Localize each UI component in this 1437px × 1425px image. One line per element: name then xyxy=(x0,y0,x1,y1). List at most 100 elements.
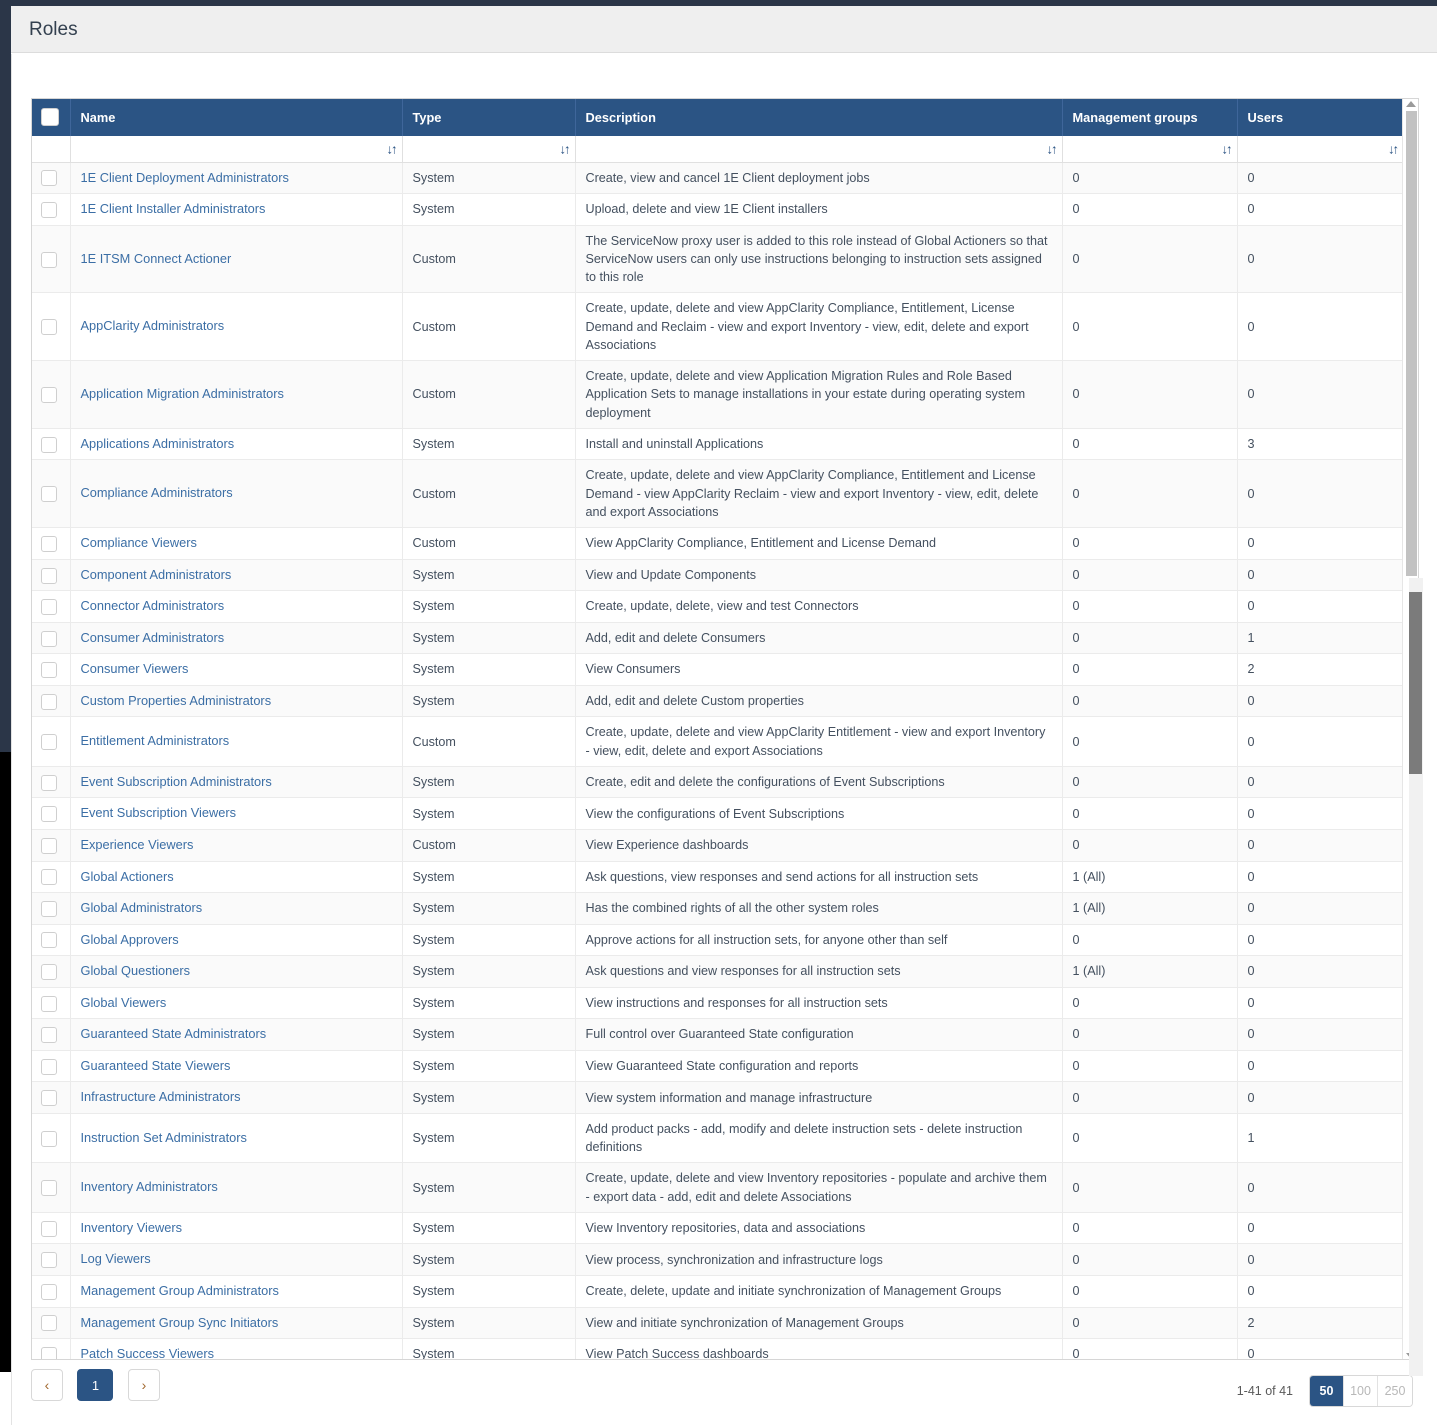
sort-icon-type[interactable]: ↓↑ xyxy=(560,142,571,155)
table-row[interactable]: Consumer Administrators System Add, edit a… xyxy=(32,622,1403,655)
row-checkbox[interactable] xyxy=(41,1315,57,1332)
row-checkbox[interactable] xyxy=(41,806,57,823)
role-name-link[interactable]: Consumer Administrators xyxy=(81,630,225,645)
role-name-link[interactable]: Event Subscription Viewers xyxy=(81,805,237,820)
role-name-link[interactable]: Patch Success Viewers xyxy=(81,1346,214,1359)
row-checkbox[interactable] xyxy=(41,170,57,187)
sort-icon-management-groups[interactable]: ↓↑ xyxy=(1222,142,1233,155)
role-name-link[interactable]: Global Actioners xyxy=(81,869,174,884)
filter-cell-type[interactable]: ↓↑ xyxy=(402,136,576,163)
sort-icon-users[interactable]: ↓↑ xyxy=(1388,142,1399,155)
row-checkbox[interactable] xyxy=(41,1283,57,1300)
column-header-description[interactable]: Description xyxy=(575,99,1063,136)
row-checkbox[interactable] xyxy=(41,1058,57,1075)
row-checkbox[interactable] xyxy=(41,486,57,503)
table-row[interactable]: Global Approvers System Approve actions fo… xyxy=(32,924,1403,957)
role-name-link[interactable]: Guaranteed State Viewers xyxy=(81,1058,231,1073)
table-row[interactable]: Event Subscription Administrators System C… xyxy=(32,766,1403,799)
role-name-link[interactable]: Global Questioners xyxy=(81,963,191,978)
role-name-link[interactable]: Log Viewers xyxy=(81,1251,151,1266)
table-row[interactable]: Global Administrators System Has the combi… xyxy=(32,892,1403,925)
table-row[interactable]: 1E Client Installer Administrators System… xyxy=(32,193,1403,226)
role-name-link[interactable]: Inventory Viewers xyxy=(81,1220,182,1235)
role-name-link[interactable]: Guaranteed State Administrators xyxy=(81,1026,267,1041)
role-name-link[interactable]: 1E Client Installer Administrators xyxy=(81,201,266,216)
row-checkbox[interactable] xyxy=(41,964,57,981)
column-header-name[interactable]: Name xyxy=(70,99,403,136)
row-checkbox[interactable] xyxy=(41,662,57,679)
row-checkbox[interactable] xyxy=(41,837,57,854)
role-name-link[interactable]: Event Subscription Administrators xyxy=(81,774,272,789)
row-checkbox[interactable] xyxy=(41,1220,57,1237)
row-checkbox[interactable] xyxy=(41,387,57,404)
select-all-checkbox[interactable] xyxy=(41,108,59,126)
row-checkbox[interactable] xyxy=(41,1090,57,1107)
role-name-link[interactable]: 1E Client Deployment Administrators xyxy=(81,170,289,185)
role-name-link[interactable]: Compliance Administrators xyxy=(81,485,233,500)
row-checkbox[interactable] xyxy=(41,900,57,917)
page-size-50[interactable]: 50 xyxy=(1310,1376,1344,1406)
row-checkbox[interactable] xyxy=(41,201,57,218)
table-row[interactable]: Instruction Set Administrators System Add … xyxy=(32,1113,1403,1164)
table-row[interactable]: 1E ITSM Connect Actioner Custom The Servic… xyxy=(32,225,1403,294)
scroll-up-arrow-icon[interactable] xyxy=(1406,101,1416,107)
role-name-link[interactable]: Consumer Viewers xyxy=(81,661,189,676)
filter-cell-management-groups[interactable]: ↓↑ xyxy=(1062,136,1238,163)
row-checkbox[interactable] xyxy=(41,1130,57,1147)
table-row[interactable]: Management Group Sync Initiators System Vi… xyxy=(32,1307,1403,1340)
row-checkbox[interactable] xyxy=(41,599,57,616)
table-row[interactable]: Event Subscription Viewers System View the… xyxy=(32,797,1403,831)
filter-cell-description[interactable]: ↓↑ xyxy=(575,136,1063,163)
role-name-link[interactable]: Applications Administrators xyxy=(81,436,235,451)
role-name-link[interactable]: AppClarity Administrators xyxy=(81,318,225,333)
grid-scroll-thumb[interactable] xyxy=(1406,111,1417,576)
row-checkbox[interactable] xyxy=(41,630,57,647)
row-checkbox[interactable] xyxy=(41,932,57,949)
row-checkbox[interactable] xyxy=(41,1346,57,1359)
role-name-link[interactable]: Compliance Viewers xyxy=(81,535,197,550)
table-row[interactable]: Patch Success Viewers System View Patch Su… xyxy=(32,1338,1403,1359)
table-row[interactable]: Inventory Administrators System Create, up… xyxy=(32,1162,1403,1213)
table-row[interactable]: Guaranteed State Administrators System Ful… xyxy=(32,1018,1403,1051)
row-checkbox[interactable] xyxy=(41,774,57,791)
role-name-link[interactable]: Experience Viewers xyxy=(81,837,194,852)
role-name-link[interactable]: Infrastructure Administrators xyxy=(81,1089,241,1104)
filter-cell-name[interactable]: ↓↑ xyxy=(70,136,403,163)
row-checkbox[interactable] xyxy=(41,1252,57,1269)
role-name-link[interactable]: Custom Properties Administrators xyxy=(81,693,272,708)
filter-cell-users[interactable]: ↓↑ xyxy=(1237,136,1403,163)
role-name-link[interactable]: Instruction Set Administrators xyxy=(81,1130,247,1145)
row-checkbox[interactable] xyxy=(41,995,57,1012)
table-row[interactable]: Infrastructure Administrators System View … xyxy=(32,1081,1403,1114)
table-row[interactable]: Global Questioners System Ask questions an… xyxy=(32,955,1403,988)
column-header-type[interactable]: Type xyxy=(402,99,576,136)
row-checkbox[interactable] xyxy=(41,1027,57,1044)
table-row[interactable]: Guaranteed State Viewers System View Guara… xyxy=(32,1050,1403,1083)
role-name-link[interactable]: Connector Administrators xyxy=(81,598,225,613)
row-checkbox[interactable] xyxy=(41,436,57,453)
previous-page-button[interactable]: ‹ xyxy=(31,1369,63,1401)
table-row[interactable]: Compliance Administrators Custom Create, u… xyxy=(32,459,1403,529)
row-checkbox[interactable] xyxy=(41,693,57,710)
table-row[interactable]: Global Actioners System Ask questions, vie… xyxy=(32,861,1403,894)
column-header-users[interactable]: Users xyxy=(1237,99,1403,136)
table-row[interactable]: Inventory Viewers System View Inventory re… xyxy=(32,1212,1403,1245)
page-1-button[interactable]: 1 xyxy=(77,1369,114,1401)
role-name-link[interactable]: Global Approvers xyxy=(81,932,179,947)
role-name-link[interactable]: Management Group Administrators xyxy=(81,1283,279,1298)
role-name-link[interactable]: Inventory Administrators xyxy=(81,1179,218,1194)
row-checkbox[interactable] xyxy=(41,251,57,268)
role-name-link[interactable]: Management Group Sync Initiators xyxy=(81,1315,279,1330)
role-name-link[interactable]: 1E ITSM Connect Actioner xyxy=(81,251,232,266)
row-checkbox[interactable] xyxy=(41,535,57,552)
table-row[interactable]: Applications Administrators System Install… xyxy=(32,428,1403,461)
sort-icon-name[interactable]: ↓↑ xyxy=(387,142,398,155)
role-name-link[interactable]: Global Viewers xyxy=(81,995,167,1010)
table-row[interactable]: Management Group Administrators System Cre… xyxy=(32,1275,1403,1308)
column-header-management-groups[interactable]: Management groups xyxy=(1062,99,1238,136)
row-checkbox[interactable] xyxy=(41,869,57,886)
role-name-link[interactable]: Component Administrators xyxy=(81,567,232,582)
row-checkbox[interactable] xyxy=(41,567,57,584)
page-size-250[interactable]: 250 xyxy=(1378,1376,1412,1406)
table-row[interactable]: Custom Properties Administrators System Ad… xyxy=(32,685,1403,718)
